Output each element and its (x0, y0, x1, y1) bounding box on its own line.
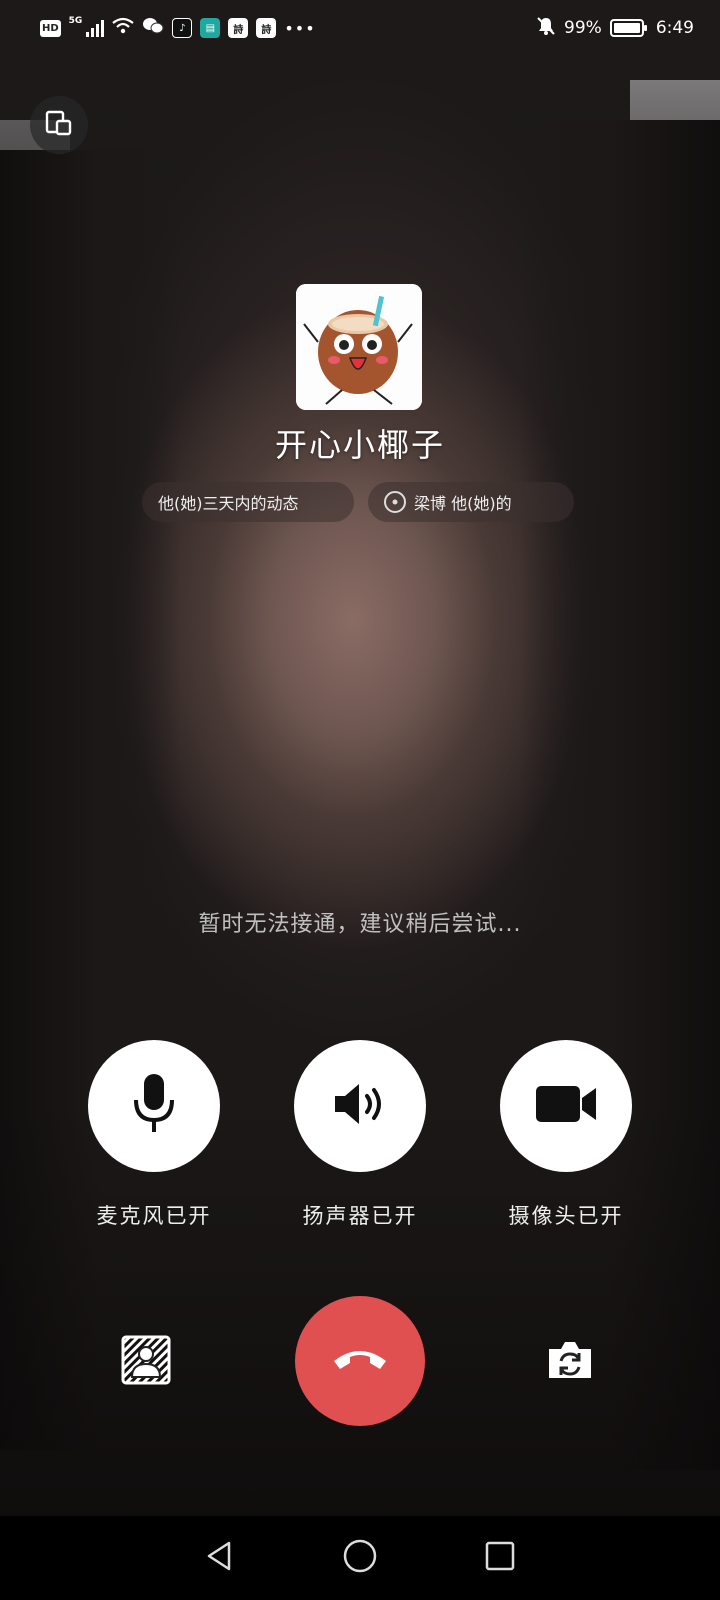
nav-back-button[interactable] (195, 1533, 245, 1583)
switch-camera-button[interactable] (544, 1336, 596, 1388)
camera-button[interactable] (500, 1040, 632, 1172)
moments-chip[interactable]: 他(她)三天内的动态 (142, 482, 354, 522)
navigation-bar (0, 1516, 720, 1600)
speaker-toggle[interactable]: 扬声器已开 (290, 1040, 430, 1230)
caller-name: 开心小椰子 (274, 426, 445, 464)
app-icon: 詩 (256, 18, 277, 38)
call-status-text: 暂时无法接通，建议稍后尝试... (198, 912, 522, 937)
microphone-label: 麦克风已开 (96, 1204, 212, 1228)
app-icon: 詩 (228, 18, 249, 38)
status-bar: HD 5G ♪ ▤ 詩 詩 ••• 99% 6:49 (0, 0, 720, 56)
network-type: 5G (68, 15, 83, 26)
recents-square-icon (484, 1540, 516, 1576)
speaker-icon (331, 1080, 389, 1132)
mute-bell-icon (536, 16, 556, 41)
speaker-button[interactable] (294, 1040, 426, 1172)
portrait-background-icon (121, 1335, 171, 1389)
hang-up-button[interactable] (295, 1296, 425, 1426)
hd-icon: HD (40, 19, 61, 37)
wifi-icon (112, 17, 135, 40)
background-blur-button[interactable] (120, 1335, 172, 1389)
caller-info-chips: 他(她)三天内的动态 梁博 他(她)的 (0, 482, 720, 522)
floating-window-icon (44, 108, 74, 142)
battery-percent: 99% (564, 18, 602, 38)
moments-chip-label: 他(她)三天内的动态 (158, 494, 299, 513)
home-circle-icon (342, 1538, 378, 1578)
wechat-icon (142, 16, 164, 41)
switch-camera-icon (545, 1339, 595, 1385)
microphone-icon (130, 1072, 178, 1140)
target-icon (384, 491, 406, 513)
tiktok-icon: ♪ (172, 18, 193, 38)
camera-toggle[interactable]: 摄像头已开 (496, 1040, 636, 1230)
avatar (296, 284, 422, 410)
nav-home-button[interactable] (335, 1533, 385, 1583)
mutual-friend-chip[interactable]: 梁博 他(她)的 (368, 482, 574, 522)
bottom-controls (0, 1296, 720, 1436)
more-icon: ••• (284, 18, 316, 38)
camera-label: 摄像头已开 (508, 1204, 624, 1228)
nav-recents-button[interactable] (475, 1533, 525, 1583)
call-toggles: 麦克风已开 扬声器已开 摄像头已开 (0, 1040, 720, 1240)
minimize-window-button[interactable] (30, 96, 88, 154)
clock: 6:49 (655, 18, 694, 38)
back-triangle-icon (203, 1539, 237, 1577)
video-camera-icon (534, 1084, 598, 1128)
mutual-friend-chip-label: 梁博 他(她)的 (414, 494, 512, 513)
reader-icon: ▤ (200, 18, 221, 38)
phone-hangup-icon (332, 1347, 388, 1375)
battery-icon (609, 19, 647, 37)
microphone-button[interactable] (88, 1040, 220, 1172)
speaker-label: 扬声器已开 (302, 1204, 418, 1228)
signal-icon (86, 19, 105, 37)
microphone-toggle[interactable]: 麦克风已开 (84, 1040, 224, 1230)
